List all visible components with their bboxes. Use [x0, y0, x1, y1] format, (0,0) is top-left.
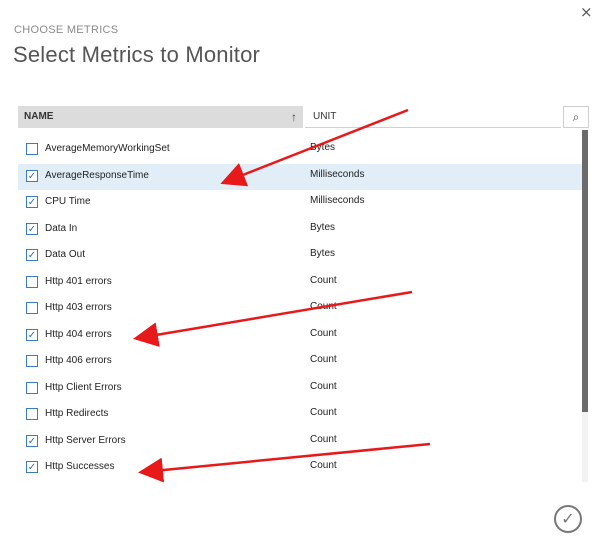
annotation-arrow: [133, 290, 413, 348]
annotation-arrow: [138, 442, 431, 483]
annotation-arrow: [220, 108, 409, 187]
annotation-arrows: [133, 108, 431, 483]
